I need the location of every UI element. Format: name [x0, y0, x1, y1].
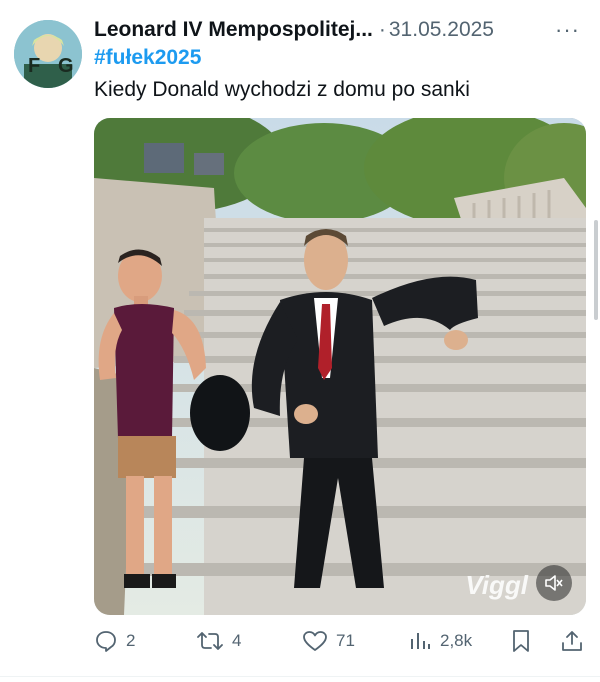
- avatar[interactable]: F G: [14, 20, 82, 88]
- bookmark-button[interactable]: [511, 626, 539, 656]
- more-options-button[interactable]: ···: [555, 16, 580, 44]
- repost-count: 4: [232, 631, 242, 650]
- views-button[interactable]: 2,8k: [408, 626, 472, 656]
- tweet[interactable]: F G Leonard IV Mempospolitej... · 31.05.…: [0, 0, 600, 682]
- hashtag-link[interactable]: #fułek2025: [94, 46, 201, 70]
- tweet-actions: 2 4 71 2,8k: [94, 626, 586, 656]
- reply-icon: [96, 631, 116, 652]
- video-frame: [94, 118, 586, 615]
- like-button[interactable]: 71: [302, 626, 355, 656]
- repost-icon: [197, 632, 223, 650]
- reply-button[interactable]: 2: [94, 626, 135, 656]
- speaker-muted-icon: [545, 575, 563, 591]
- share-button[interactable]: [560, 626, 592, 656]
- svg-text:G: G: [58, 55, 74, 77]
- heart-icon: [303, 631, 327, 651]
- tweet-header: Leonard IV Mempospolitej... · 31.05.2025…: [94, 16, 580, 44]
- view-count: 2,8k: [440, 631, 473, 650]
- mute-button[interactable]: [536, 565, 572, 601]
- video-player[interactable]: Viggl: [94, 118, 586, 615]
- like-count: 71: [336, 631, 355, 650]
- svg-text:F: F: [28, 55, 40, 77]
- reply-count: 2: [126, 631, 136, 650]
- repost-button[interactable]: 4: [196, 626, 241, 656]
- share-icon: [562, 631, 582, 651]
- bookmark-icon: [513, 630, 529, 652]
- author-name[interactable]: Leonard IV Mempospolitej...: [94, 18, 373, 42]
- analytics-icon: [411, 633, 430, 649]
- viggle-watermark: Viggl: [465, 570, 528, 600]
- divider: [0, 676, 600, 677]
- tweet-text: Kiedy Donald wychodzi z domu po sanki: [94, 78, 470, 101]
- scrollbar[interactable]: [594, 220, 598, 320]
- tweet-date[interactable]: 31.05.2025: [389, 18, 494, 42]
- separator-dot: ·: [378, 18, 386, 41]
